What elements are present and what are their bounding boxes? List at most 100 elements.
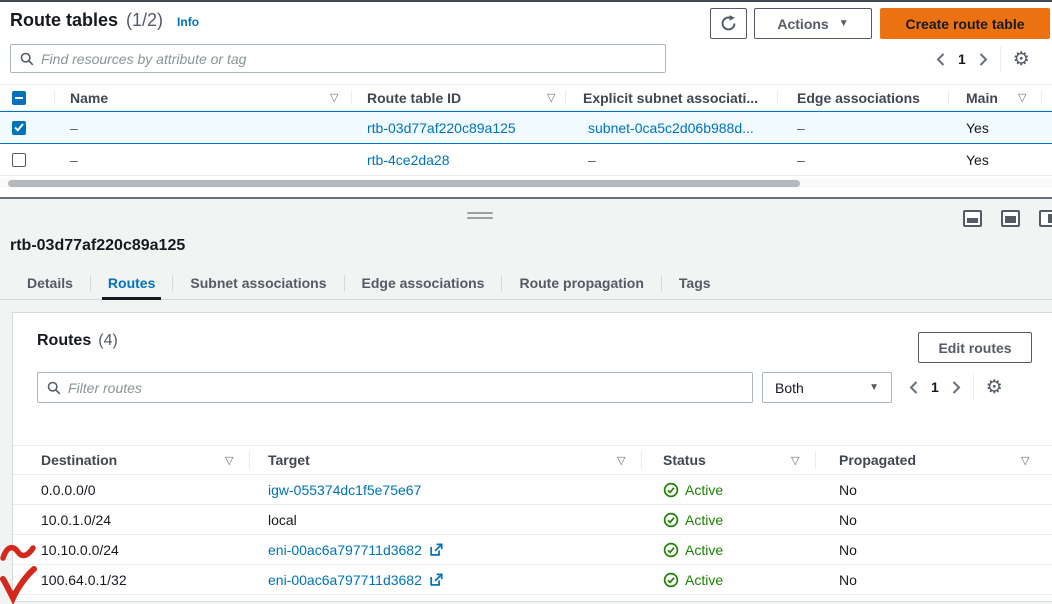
tab-subnet-associations[interactable]: Subnet associations — [173, 267, 343, 299]
page-title: Route tables — [10, 10, 118, 31]
tab-routes[interactable]: Routes — [91, 267, 172, 299]
sort-main-icon[interactable]: ▽ — [1018, 85, 1026, 110]
table-row[interactable]: – rtb-4ce2da28 – – Yes — [0, 144, 1052, 176]
resource-search — [10, 44, 666, 73]
route-row[interactable]: 10.0.1.0/24 local Active No — [13, 505, 1052, 535]
settings-gear-icon[interactable]: ⚙ — [986, 378, 1003, 397]
route-row[interactable]: 100.64.0.1/32 eni-00ac6a797711d3682 Acti… — [13, 565, 1052, 595]
pager-divider — [1000, 46, 1001, 72]
panel-maximize-icon[interactable] — [1001, 210, 1020, 227]
horizontal-scrollbar[interactable] — [0, 179, 1052, 188]
row-checkbox[interactable] — [12, 144, 26, 175]
edit-routes-label: Edit routes — [938, 340, 1011, 356]
external-link-icon[interactable] — [429, 543, 443, 557]
col-edge-associations: Edge associations — [797, 85, 920, 110]
sort-destination-icon[interactable]: ▽ — [225, 446, 233, 474]
caret-down-icon: ▼ — [839, 18, 849, 29]
search-icon — [20, 52, 34, 66]
page-number[interactable]: 1 — [918, 379, 952, 395]
actions-label: Actions — [777, 16, 828, 32]
split-panel: rtb-03d77af220c89a125 Details Routes Sub… — [0, 197, 1052, 604]
refresh-button[interactable] — [710, 8, 747, 39]
row-checkbox[interactable] — [12, 112, 26, 143]
target-link[interactable]: eni-00ac6a797711d3682 — [268, 542, 422, 558]
route-tables-console: Route tables (1/2) Info Actions ▼ Create… — [0, 0, 1052, 604]
select-all-checkbox[interactable] — [12, 85, 26, 110]
panel-resize-handle-icon[interactable] — [467, 212, 493, 222]
route-table-id-link[interactable]: rtb-03d77af220c89a125 — [367, 120, 516, 136]
col-route-table-id: Route table ID — [367, 85, 461, 110]
top-divider — [0, 0, 1052, 2]
cell-destination: 100.64.0.1/32 — [41, 565, 127, 594]
sort-id-icon[interactable]: ▽ — [547, 85, 555, 110]
target-link[interactable]: eni-00ac6a797711d3682 — [268, 572, 422, 588]
column-divider — [565, 90, 566, 105]
cell-target: local — [268, 505, 297, 534]
actions-button[interactable]: Actions ▼ — [754, 8, 872, 39]
col-propagated: Propagated — [839, 446, 916, 474]
routes-filter — [37, 372, 753, 403]
check-icon — [14, 123, 24, 132]
cell-propagated: No — [839, 475, 857, 504]
cell-edge: – — [797, 144, 805, 175]
tab-details[interactable]: Details — [10, 267, 90, 299]
create-route-table-label: Create route table — [905, 16, 1024, 32]
sort-target-icon[interactable]: ▽ — [617, 446, 625, 474]
route-type-select[interactable]: Both ▼ — [762, 372, 892, 403]
info-link[interactable]: Info — [177, 15, 199, 29]
cell-name: – — [70, 112, 78, 143]
col-status: Status — [663, 446, 706, 474]
scrollbar-thumb[interactable] — [8, 180, 800, 187]
column-divider — [815, 451, 816, 469]
status-ok-icon — [663, 512, 679, 528]
subnet-association-link[interactable]: subnet-0ca5c2d06b988d... — [588, 120, 754, 136]
pager-divider — [973, 374, 974, 400]
refresh-icon — [720, 15, 737, 32]
tab-route-propagation[interactable]: Route propagation — [502, 267, 660, 299]
col-explicit-subnet: Explicit subnet associati... — [583, 85, 758, 110]
edit-routes-button[interactable]: Edit routes — [918, 332, 1032, 363]
cell-destination: 10.0.1.0/24 — [41, 505, 111, 534]
routes-pagination: 1 ⚙ — [909, 374, 1003, 400]
create-route-table-button[interactable]: Create route table — [880, 8, 1050, 39]
routes-title: Routes — [37, 332, 91, 350]
routes-section-header: Routes (4) — [37, 332, 118, 350]
cell-destination: 10.10.0.0/24 — [41, 535, 119, 564]
cell-destination: 0.0.0.0/0 — [41, 475, 96, 504]
route-row[interactable]: 10.10.0.0/24 eni-00ac6a797711d3682 Activ… — [13, 535, 1052, 565]
column-divider — [54, 90, 55, 105]
col-destination: Destination — [41, 446, 117, 474]
column-divider — [1041, 90, 1042, 105]
page-number[interactable]: 1 — [945, 51, 979, 67]
tab-edge-associations[interactable]: Edge associations — [345, 267, 502, 299]
next-page-icon[interactable] — [952, 381, 961, 394]
search-input[interactable] — [41, 51, 656, 67]
route-row[interactable]: 0.0.0.0/0 igw-055374dc1f5e75e67 Active N… — [13, 475, 1052, 505]
sort-propagated-icon[interactable]: ▽ — [1021, 446, 1029, 474]
column-divider — [249, 451, 250, 469]
panel-position-bottom-icon[interactable] — [963, 210, 982, 227]
cell-main: Yes — [966, 112, 989, 143]
external-link-icon[interactable] — [429, 573, 443, 587]
route-table-id-link[interactable]: rtb-4ce2da28 — [367, 152, 450, 168]
settings-gear-icon[interactable]: ⚙ — [1013, 50, 1030, 69]
sort-name-icon[interactable]: ▽ — [330, 85, 338, 110]
cell-propagated: No — [839, 535, 857, 564]
tab-tags[interactable]: Tags — [662, 267, 728, 299]
target-link[interactable]: igw-055374dc1f5e75e67 — [268, 482, 421, 498]
panel-position-side-icon[interactable] — [1039, 210, 1052, 227]
prev-page-icon[interactable] — [909, 381, 918, 394]
next-page-icon[interactable] — [979, 53, 988, 66]
routes-header-row: Destination ▽ Target ▽ Status ▽ Propagat… — [13, 445, 1052, 475]
search-icon — [47, 381, 61, 395]
cell-main: Yes — [966, 144, 989, 175]
top-pagination: 1 ⚙ — [936, 46, 1030, 72]
filter-routes-input[interactable] — [68, 380, 743, 396]
table-row-selected[interactable]: – rtb-03d77af220c89a125 subnet-0ca5c2d06… — [0, 111, 1052, 144]
route-tables-header-row: Name ▽ Route table ID ▽ Explicit subnet … — [0, 84, 1052, 111]
cell-edge: – — [797, 112, 805, 143]
routes-card: Routes (4) Edit routes Both ▼ 1 — [12, 312, 1052, 602]
sort-status-icon[interactable]: ▽ — [791, 446, 799, 474]
caret-down-icon: ▼ — [869, 382, 879, 393]
prev-page-icon[interactable] — [936, 53, 945, 66]
